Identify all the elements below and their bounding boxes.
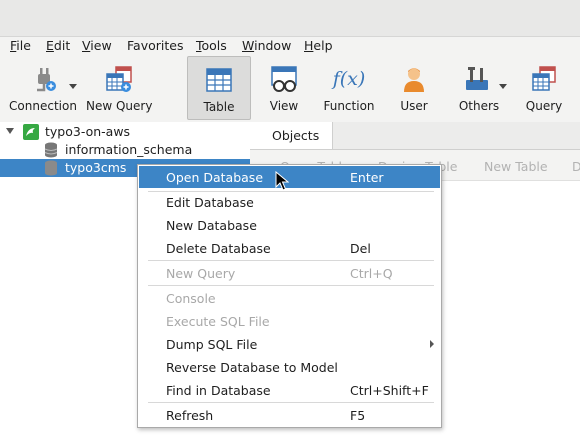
menu-item-console: Console [139,287,440,309]
others-label: Others [458,99,500,113]
menu-item-find-in-database[interactable]: Find in Database Ctrl+Shift+F [139,379,440,401]
menu-item-new-query: New Query Ctrl+Q [139,262,440,284]
menu-item-shortcut: Ctrl+Shift+F [350,383,429,398]
menu-window[interactable]: Window [242,38,291,53]
tab-bar: Objects [250,122,580,150]
database-icon [44,142,58,158]
user-icon [404,68,424,92]
tree-item-information-schema[interactable]: information_schema [0,141,250,159]
table-icon [206,68,232,92]
expand-arrow-icon[interactable] [6,128,14,134]
query-label: Query [525,99,563,113]
menu-item-shortcut: F5 [350,408,366,423]
view-button[interactable]: View [254,56,314,118]
menu-help[interactable]: Help [304,38,333,53]
toolbar: Connection New Query Table View f(x) Fun… [0,56,580,123]
menu-item-label: Open Database [166,170,264,185]
query-button[interactable]: Query [516,56,572,118]
tab-objects[interactable]: Objects [250,122,333,149]
new-table-button[interactable]: New Table [484,159,548,174]
menu-separator [148,260,434,261]
context-menu: Open Database Enter Edit Database New Da… [137,164,442,428]
menu-item-shortcut: Enter [350,170,384,185]
menu-item-label: Console [166,291,216,306]
database-icon [45,160,57,176]
view-label: View [269,99,299,113]
menu-item-label: New Query [166,266,236,281]
connection-dropdown-icon[interactable] [69,84,77,89]
table-label: Table [203,100,235,114]
user-button[interactable]: User [384,56,444,118]
new-query-icon [106,66,132,92]
mouse-cursor-icon [275,171,289,191]
menu-item-execute-sql-file: Execute SQL File [139,310,440,332]
menu-item-label: Dump SQL File [166,337,258,352]
user-label: User [400,99,428,113]
menu-tools[interactable]: Tools [196,38,227,53]
plug-icon [37,68,56,92]
table-button[interactable]: Table [187,56,251,120]
window-titlebar [0,0,580,37]
menu-item-reverse-database-to-model[interactable]: Reverse Database to Model [139,356,440,378]
menu-item-new-database[interactable]: New Database [139,214,440,236]
menu-item-shortcut: Ctrl+Q [350,266,393,281]
mysql-connection-icon [23,124,39,140]
tree-label-connection: typo3-on-aws [45,124,131,139]
menu-view[interactable]: View [82,38,112,53]
menu-item-dump-sql-file[interactable]: Dump SQL File [139,333,440,355]
tree-label-db: information_schema [65,142,193,157]
menu-item-refresh[interactable]: Refresh F5 [139,404,440,426]
delete-table-button[interactable]: De [572,159,580,174]
tools-icon [466,67,488,90]
function-icon: f(x) [332,68,366,90]
menu-separator [148,402,434,403]
menu-item-label: Find in Database [166,383,271,398]
menu-item-label: Refresh [166,408,214,423]
tree-item-connection[interactable]: typo3-on-aws [0,123,250,141]
connection-label: Connection [9,99,77,113]
menu-edit[interactable]: Edit [46,38,70,53]
menu-item-edit-database[interactable]: Edit Database [139,191,440,213]
query-icon [532,66,556,91]
menu-item-label: Reverse Database to Model [166,360,338,375]
menu-item-open-database[interactable]: Open Database Enter [139,166,440,188]
menu-separator [148,285,434,286]
submenu-arrow-icon [430,340,434,348]
menubar: File Edit View Favorites Tools Window He… [0,37,580,56]
menu-item-delete-database[interactable]: Delete Database Del [139,237,440,259]
new-query-label: New Query [86,99,153,113]
tree-label-db-selected: typo3cms [65,160,127,175]
menu-favorites[interactable]: Favorites [127,38,183,53]
others-dropdown-icon[interactable] [499,84,507,89]
tab-objects-label: Objects [272,128,320,143]
function-label: Function [323,99,375,113]
function-button[interactable]: f(x) Function [319,56,379,118]
menu-item-label: New Database [166,218,257,233]
new-query-button[interactable]: New Query [86,56,152,118]
menu-item-label: Delete Database [166,241,271,256]
menu-item-label: Execute SQL File [166,314,270,329]
menu-item-label: Edit Database [166,195,254,210]
menu-item-shortcut: Del [350,241,371,256]
view-icon [271,66,297,92]
menu-file[interactable]: File [10,38,31,53]
